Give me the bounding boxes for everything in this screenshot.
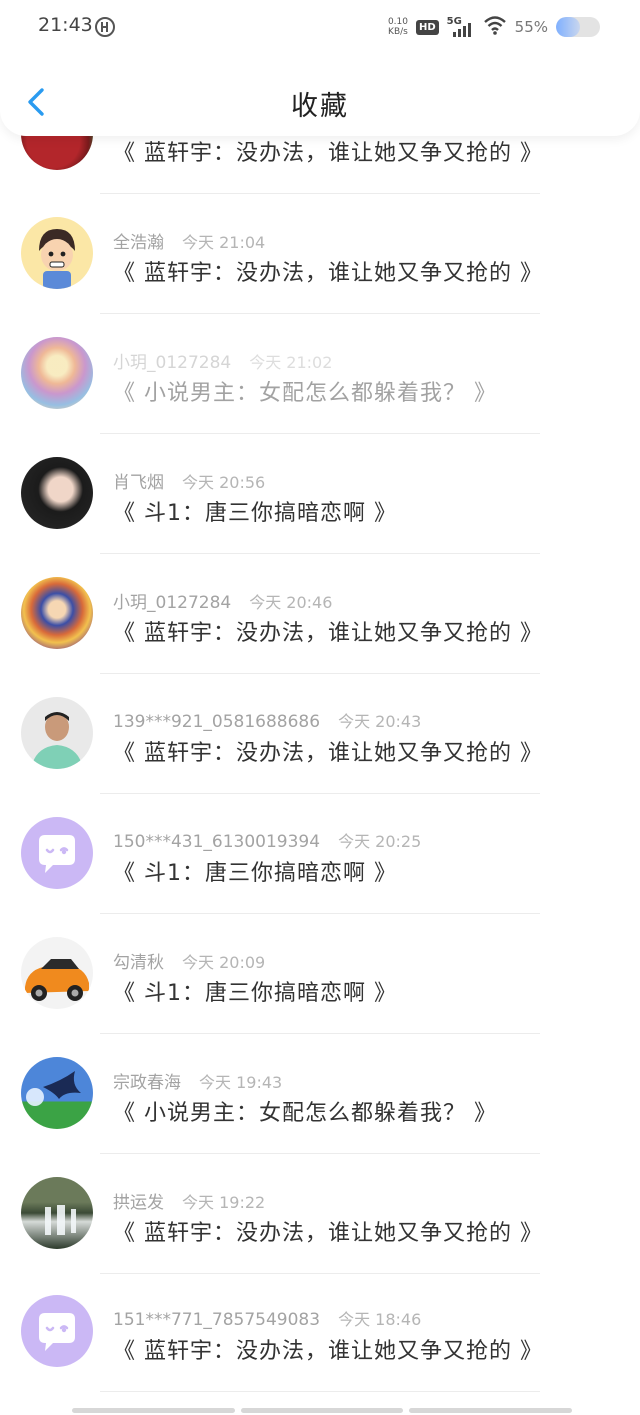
item-time: 今天 21:04: [182, 233, 266, 252]
item-title: 《 蓝轩宇：没办法，谁让她又争又抢的 》: [113, 261, 543, 286]
divider: [100, 1273, 540, 1274]
item-title: 《 小说男主：女配怎么都躲着我？ 》: [113, 1101, 497, 1126]
item-time: 今天 19:22: [182, 1193, 266, 1212]
list-item[interactable]: 151***771_7857549083 今天 18:46 《 蓝轩宇：没办法，谁…: [0, 1275, 640, 1395]
list-item[interactable]: 139***921_0581688686 今天 20:43 《 蓝轩宇：没办法，谁…: [0, 675, 640, 795]
page-title: 收藏: [291, 91, 349, 122]
list-item[interactable]: 全浩瀚 今天 21:04 《 蓝轩宇：没办法，谁让她又争又抢的 》: [0, 195, 640, 315]
avatar[interactable]: [21, 937, 93, 1009]
item-meta: 小玥_0127284 今天 20:46: [113, 588, 332, 613]
default-avatar-icon[interactable]: [21, 1295, 93, 1367]
user-name: 139***921_0581688686: [113, 712, 321, 732]
data-saver-icon: [94, 16, 116, 42]
divider: [100, 1391, 540, 1392]
default-avatar-icon[interactable]: [21, 817, 93, 889]
status-icons: 0.10 KB/s HD 5G 55%: [388, 14, 600, 40]
item-time: 今天 20:46: [249, 593, 333, 612]
bottom-indicator: [72, 1408, 573, 1413]
divider: [100, 433, 540, 434]
status-time: 21:43: [38, 14, 93, 36]
hd-icon: HD: [415, 19, 439, 35]
divider: [100, 793, 540, 794]
avatar[interactable]: [21, 1177, 93, 1249]
user-name: 小玥_0127284: [113, 593, 232, 613]
user-name: 拱运发: [113, 1193, 164, 1213]
list-item[interactable]: 勾清秋 今天 20:09 《 斗1：唐三你搞暗恋啊 》: [0, 915, 640, 1035]
battery-percent: 55%: [514, 18, 548, 36]
avatar[interactable]: [21, 217, 93, 289]
list-item[interactable]: 宗政春海 今天 19:43 《 小说男主：女配怎么都躲着我？ 》: [0, 1035, 640, 1155]
user-name: 肖飞烟: [113, 473, 164, 493]
item-time: 今天 19:43: [199, 1073, 283, 1092]
net-speed-value: 0.10: [387, 17, 408, 27]
item-meta: 勾清秋 今天 20:09: [113, 948, 265, 973]
item-title: 《 斗1：唐三你搞暗恋啊 》: [113, 501, 397, 526]
item-meta: 肖飞烟 今天 20:56: [113, 468, 265, 493]
item-title: 《 蓝轩宇：没办法，谁让她又争又抢的 》: [113, 1221, 543, 1246]
wifi-icon: [483, 14, 507, 40]
item-title: 《 蓝轩宇：没办法，谁让她又争又抢的 》: [113, 621, 543, 646]
item-title: 《 蓝轩宇：没办法，谁让她又争又抢的 》: [113, 1339, 543, 1364]
divider: [100, 553, 540, 554]
item-time: 今天 18:46: [338, 1310, 422, 1329]
avatar[interactable]: [21, 1057, 93, 1129]
item-title: 《 蓝轩宇：没办法，谁让她又争又抢的 》: [113, 741, 543, 766]
divider: [100, 1033, 540, 1034]
net-speed-unit: KB/s: [388, 27, 408, 37]
item-meta: 139***921_0581688686 今天 20:43: [113, 708, 421, 732]
list-item[interactable]: 小玥_0127284 今天 21:02 《 小说男主：女配怎么都躲着我？ 》: [0, 315, 640, 435]
item-time: 今天 21:02: [249, 353, 333, 372]
item-title: 《 斗1：唐三你搞暗恋啊 》: [113, 861, 397, 886]
item-title: 《 斗1：唐三你搞暗恋啊 》: [113, 981, 397, 1006]
user-name: 勾清秋: [113, 953, 164, 973]
avatar[interactable]: [21, 577, 93, 649]
avatar[interactable]: [21, 337, 93, 409]
list-item[interactable]: 150***431_6130019394 今天 20:25 《 斗1：唐三你搞暗恋…: [0, 795, 640, 915]
divider: [100, 913, 540, 914]
item-time: 今天 20:25: [338, 832, 422, 851]
divider: [100, 313, 540, 314]
signal-icon: 5G: [447, 16, 475, 38]
item-title: 《 蓝轩宇：没办法，谁让她又争又抢的 》: [113, 141, 543, 166]
list-item[interactable]: 小玥_0127284 今天 20:46 《 蓝轩宇：没办法，谁让她又争又抢的 》: [0, 555, 640, 675]
indicator-segment: [409, 1408, 573, 1413]
user-name: 全浩瀚: [113, 233, 164, 253]
indicator-segment: [72, 1408, 235, 1413]
item-meta: 拱运发 今天 19:22: [113, 1188, 265, 1213]
item-time: 今天 20:43: [338, 712, 422, 731]
item-meta: 150***431_6130019394 今天 20:25: [113, 828, 421, 852]
battery-icon: [556, 17, 600, 37]
battery-fill: [556, 17, 581, 37]
item-title: 《 小说男主：女配怎么都躲着我？ 》: [113, 381, 497, 406]
item-meta: 宗政春海 今天 19:43: [113, 1068, 282, 1093]
avatar[interactable]: [21, 457, 93, 529]
divider: [100, 193, 540, 194]
user-name: 150***431_6130019394: [113, 832, 321, 852]
divider: [100, 673, 540, 674]
app-header: 21:43 0.10 KB/s HD 5G 55% 收藏: [0, 0, 640, 136]
net-speed: 0.10 KB/s: [388, 17, 408, 37]
item-meta: 全浩瀚 今天 21:04: [113, 228, 265, 253]
divider: [100, 1153, 540, 1154]
user-name: 宗政春海: [113, 1073, 181, 1093]
list-item[interactable]: 肖飞烟 今天 20:56 《 斗1：唐三你搞暗恋啊 》: [0, 435, 640, 555]
list-item[interactable]: 拱运发 今天 19:22 《 蓝轩宇：没办法，谁让她又争又抢的 》: [0, 1155, 640, 1275]
user-name: 小玥_0127284: [113, 353, 232, 373]
item-meta: 151***771_7857549083 今天 18:46: [113, 1306, 421, 1330]
item-meta: 小玥_0127284 今天 21:02: [113, 348, 332, 373]
item-time: 今天 20:09: [182, 953, 266, 972]
indicator-segment: [240, 1408, 404, 1413]
user-name: 151***771_7857549083: [113, 1310, 321, 1330]
avatar[interactable]: [21, 697, 93, 769]
item-time: 今天 20:56: [182, 473, 266, 492]
